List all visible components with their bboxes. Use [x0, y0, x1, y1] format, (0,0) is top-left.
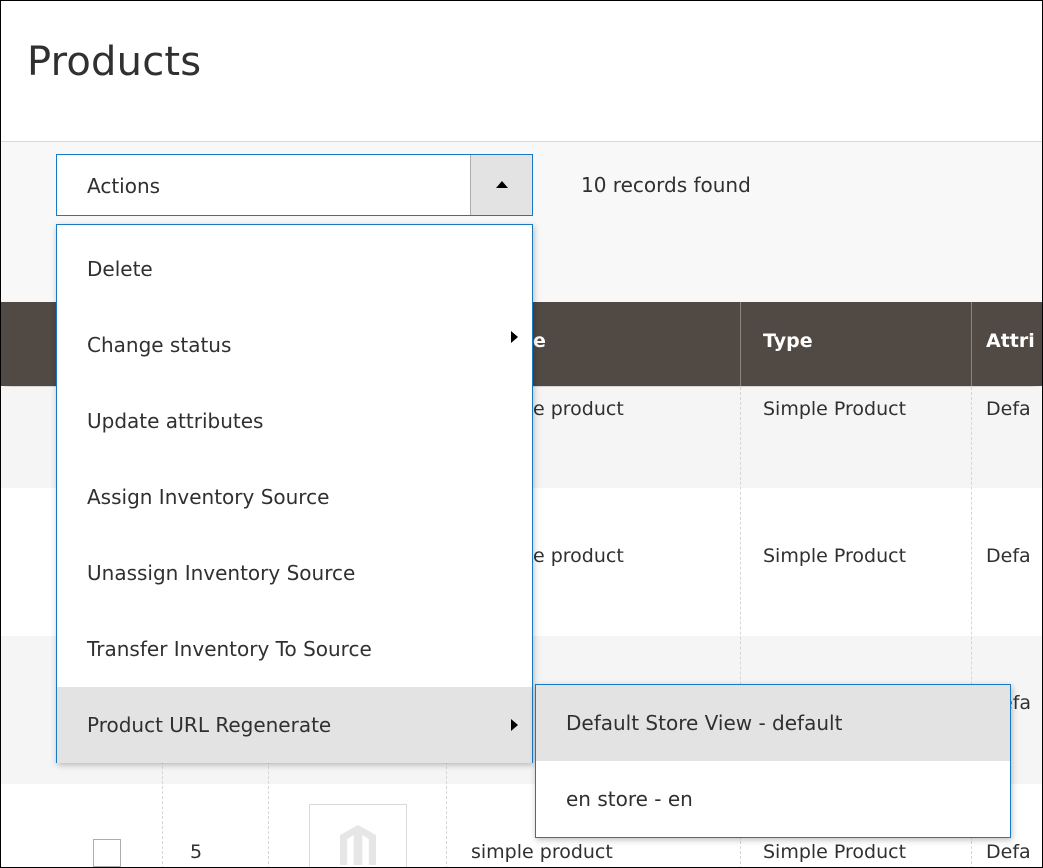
submenu-item-label: en store - en [566, 787, 693, 811]
actions-dropdown[interactable]: Actions [56, 154, 533, 216]
menu-item-label: Assign Inventory Source [87, 485, 330, 509]
menu-item-transfer-inventory-to-source[interactable]: Transfer Inventory To Source [57, 611, 532, 687]
submenu-item-default-store-view[interactable]: Default Store View - default [536, 685, 1010, 761]
cell-type: Simple Product [763, 545, 907, 567]
menu-item-label: Delete [87, 257, 153, 281]
cell-type: Simple Product [763, 398, 907, 420]
actions-dropdown-toggle[interactable] [470, 155, 532, 215]
menu-item-label: Unassign Inventory Source [87, 561, 356, 585]
product-thumbnail[interactable] [309, 804, 407, 867]
records-found-count: 10 records found [581, 173, 751, 197]
cell-name: simple product [471, 841, 613, 863]
cell-attribute-set: Defa [986, 398, 1031, 420]
screenshot-frame: Products Actions 10 records found e Type… [0, 0, 1043, 868]
submenu-item-en-store[interactable]: en store - en [536, 761, 1010, 837]
cell-type: Simple Product [763, 841, 907, 863]
actions-menu: Delete Change status Update attributes A… [56, 224, 533, 763]
menu-item-product-url-regenerate[interactable]: Product URL Regenerate [57, 687, 532, 763]
menu-item-assign-inventory-source[interactable]: Assign Inventory Source [57, 459, 532, 535]
page-header: Products [1, 1, 1042, 142]
row-select-checkbox[interactable] [93, 839, 121, 867]
triangle-right-icon [511, 719, 518, 731]
cell-name: e product [533, 545, 624, 567]
menu-item-unassign-inventory-source[interactable]: Unassign Inventory Source [57, 535, 532, 611]
menu-item-delete[interactable]: Delete [57, 231, 532, 307]
page-title: Products [27, 39, 202, 85]
triangle-up-icon [496, 181, 508, 188]
menu-item-label: Product URL Regenerate [87, 713, 332, 737]
cell-id: 5 [190, 841, 203, 863]
magento-logo-icon [340, 825, 376, 865]
column-header-attribute-set[interactable]: Attri [986, 330, 1035, 352]
menu-item-update-attributes[interactable]: Update attributes [57, 383, 532, 459]
url-regenerate-submenu: Default Store View - default en store - … [535, 684, 1011, 838]
actions-dropdown-label: Actions [87, 174, 161, 198]
column-separator [740, 302, 741, 386]
menu-item-label: Change status [87, 333, 232, 357]
cell-attribute-set: Defa [986, 841, 1031, 863]
menu-item-label: Update attributes [87, 409, 264, 433]
triangle-right-icon [511, 331, 518, 344]
menu-item-change-status[interactable]: Change status [57, 307, 532, 383]
column-separator [971, 302, 972, 386]
cell-name: e product [533, 398, 624, 420]
column-header-type[interactable]: Type [763, 330, 813, 352]
submenu-item-label: Default Store View - default [566, 711, 843, 735]
menu-item-label: Transfer Inventory To Source [87, 637, 372, 661]
column-header-name[interactable]: e [533, 330, 546, 352]
cell-attribute-set: Defa [986, 545, 1031, 567]
